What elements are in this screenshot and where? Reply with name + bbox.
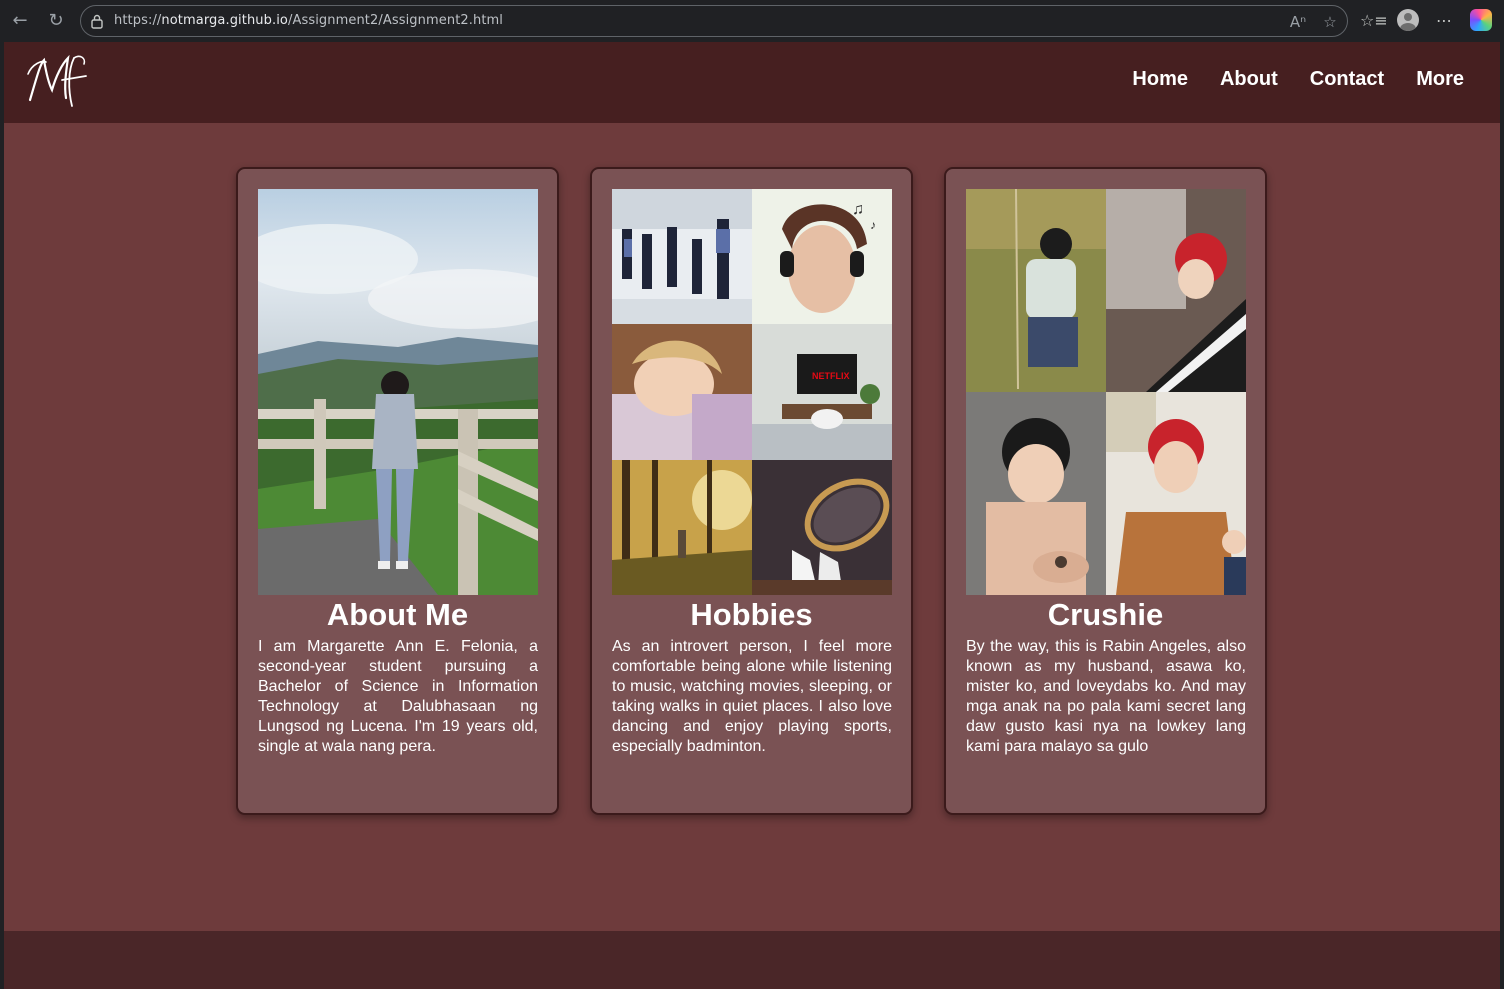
main-content: About Me I am Margarette Ann E. Felonia,… [4,123,1500,931]
piano-photo [1106,189,1246,392]
url-host: notmarga.github.io [161,13,288,28]
svg-text:♪: ♪ [870,218,876,232]
more-options-icon[interactable]: ⋯ [1432,9,1456,33]
svg-text:NETFLIX: NETFLIX [812,371,850,381]
web-page: Home About Contact More About Me I am Ma… [4,42,1500,989]
address-bar[interactable]: https://notmarga.github.io/Assignment2/A… [80,5,1348,37]
about-me-photo [258,189,538,595]
music-headphones-photo: ♫ ♪ [752,189,892,324]
url-text: https://notmarga.github.io/Assignment2/A… [114,13,503,28]
url-prefix: https:// [114,13,162,28]
url-path: /Assignment2/Assignment2.html [287,13,504,28]
svg-text:♫: ♫ [852,201,864,218]
reload-icon[interactable]: ↻ [44,9,68,33]
site-footer [4,931,1500,989]
about-me-card: About Me I am Margarette Ann E. Felonia,… [236,167,559,815]
nav-more-link[interactable]: More [1416,68,1464,91]
crushie-photo-grid [966,189,1246,595]
back-arrow-icon[interactable]: ← [8,9,32,33]
favorite-star-icon[interactable]: ☆ [1319,11,1341,33]
hobbies-text: As an introvert person, I feel more comf… [612,638,892,755]
main-nav: Home About Contact More [1132,68,1464,91]
read-aloud-icon[interactable]: Aⁿ [1287,11,1309,33]
hot-spring-photo [966,392,1106,595]
hobbies-title: Hobbies [690,597,813,632]
about-me-text: I am Margarette Ann E. Felonia, a second… [258,638,538,755]
site-logo[interactable] [22,50,94,110]
profile-avatar-icon[interactable] [1397,9,1419,31]
about-me-title: About Me [326,597,469,632]
crushie-title: Crushie [1047,597,1164,632]
hobbies-card: ♫ ♪ NETFLIX Hobbies As an introvert pers… [590,167,913,815]
site-header: Home About Contact More [4,42,1500,123]
nav-about-link[interactable]: About [1220,68,1278,91]
copilot-icon[interactable] [1470,9,1492,31]
brown-shirt-photo [1106,392,1246,595]
badminton-photo [752,460,892,595]
dance-class-photo [612,189,752,324]
forest-walk-photo [612,460,752,595]
hobbies-photo-grid: ♫ ♪ NETFLIX [612,189,892,595]
nav-contact-link[interactable]: Contact [1310,68,1384,91]
browser-toolbar: ← ↻ https://notmarga.github.io/Assignmen… [0,0,1504,42]
lock-icon [91,14,103,29]
netflix-tv-photo: NETFLIX [752,324,892,460]
crushie-text: By the way, this is Rabin Angeles, also … [966,638,1246,755]
rope-swing-photo [966,189,1106,392]
sleeping-child-photo [612,324,752,460]
crushie-card: Crushie By the way, this is Rabin Angele… [944,167,1267,815]
favorites-list-icon[interactable]: ☆≡ [1360,9,1388,33]
nav-home-link[interactable]: Home [1132,68,1188,91]
